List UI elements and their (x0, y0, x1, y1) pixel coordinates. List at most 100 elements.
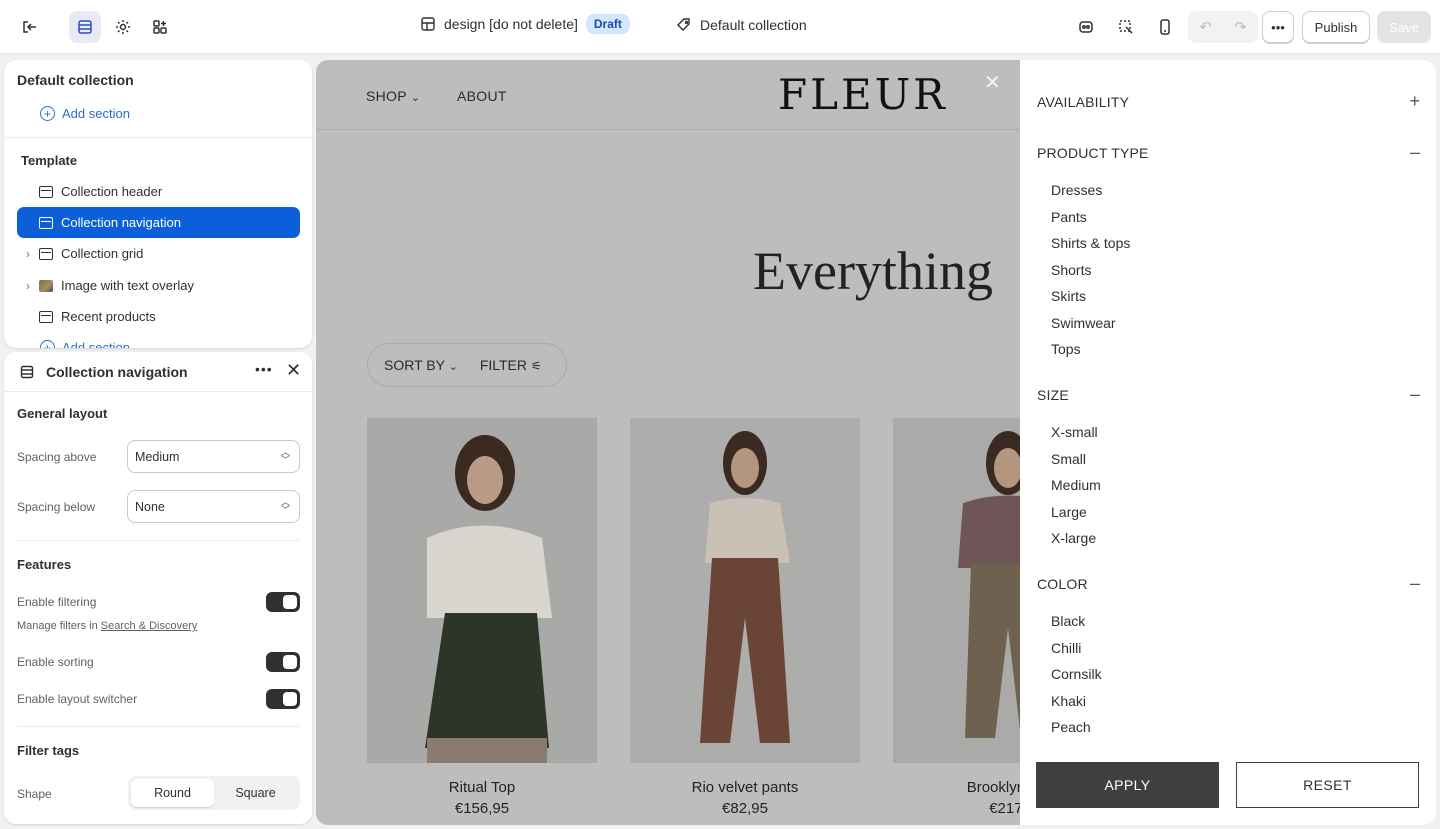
product-card[interactable]: Rio velvet pants €82,95 (630, 418, 860, 817)
filter-group-product-type[interactable]: PRODUCT TYPE (1037, 145, 1149, 161)
filter-option[interactable]: X-large (1051, 530, 1096, 546)
expand-plus-icon[interactable]: + (1409, 91, 1420, 112)
filter-option[interactable]: Chilli (1051, 640, 1081, 656)
chevron-right-icon[interactable]: › (17, 247, 39, 261)
plus-circle-icon: + (40, 340, 55, 348)
filter-drawer: AVAILABILITY + PRODUCT TYPE – Dresses Pa… (1020, 60, 1436, 825)
inspector-icon[interactable] (1070, 11, 1102, 43)
section-icon (39, 310, 53, 323)
product-price: €156,95 (454, 800, 510, 817)
collapse-minus-icon[interactable]: – (1410, 142, 1420, 163)
filter-option[interactable]: Dresses (1051, 182, 1102, 198)
filter-option[interactable]: X-small (1051, 424, 1098, 440)
filter-option[interactable]: Shirts & tops (1051, 235, 1130, 251)
section-icon (39, 247, 53, 260)
collapse-minus-icon[interactable]: – (1410, 384, 1420, 405)
close-icon[interactable]: ✕ (286, 361, 301, 379)
more-options-icon[interactable]: ••• (255, 361, 273, 377)
close-drawer-icon[interactable]: ✕ (984, 70, 1001, 95)
filter-group-availability[interactable]: AVAILABILITY (1037, 94, 1129, 110)
product-name: Rio velvet pants (691, 779, 799, 796)
enable-filtering-toggle[interactable] (266, 592, 300, 612)
filter-option[interactable]: Black (1051, 613, 1085, 629)
filter-option[interactable]: Tops (1051, 341, 1081, 357)
spacing-above-select[interactable]: Medium ︿ ﹀ (127, 440, 300, 473)
section-icon (39, 185, 53, 198)
filter-group-size[interactable]: SIZE (1037, 387, 1069, 403)
collapse-minus-icon[interactable]: – (1410, 573, 1420, 594)
apply-button[interactable]: APPLY (1036, 762, 1219, 808)
sort-by-button[interactable]: SORT BY ⌄ (384, 357, 458, 373)
product-name: Ritual Top (448, 779, 516, 796)
add-section-label: Add section (62, 106, 130, 121)
manage-filters-help: Manage filters in Search & Discovery (17, 620, 197, 632)
enable-layout-switcher-toggle[interactable] (266, 689, 300, 709)
enable-layout-switcher-label: Enable layout switcher (17, 692, 138, 706)
store-nav: SHOP ⌄ ABOUT FLEUR ✕ (316, 60, 1019, 130)
help-text: Manage filters in (17, 620, 98, 632)
sections-icon[interactable] (69, 11, 101, 43)
spacing-below-select[interactable]: None ︿ ﹀ (127, 490, 300, 523)
template-selector[interactable]: Default collection (676, 17, 807, 33)
reset-button[interactable]: RESET (1236, 762, 1419, 808)
add-section-button-bottom[interactable]: + Add section (40, 340, 130, 348)
plus-circle-icon: + (40, 106, 55, 121)
filter-option[interactable]: Cornsilk (1051, 666, 1102, 682)
section-label: Collection navigation (61, 215, 181, 230)
search-discovery-link[interactable]: Search & Discovery (101, 620, 198, 632)
store-logo[interactable]: FLEUR (778, 70, 948, 119)
shape-option-round[interactable]: Round (131, 779, 214, 807)
select-element-icon[interactable] (1110, 11, 1142, 43)
general-layout-heading: General layout (17, 406, 108, 421)
more-icon[interactable]: ••• (1262, 11, 1294, 43)
theme-title[interactable]: design [do not delete] Draft (420, 14, 630, 34)
section-item-image-with-text-overlay[interactable]: › Image with text overlay (17, 270, 300, 301)
section-item-recent-products[interactable]: Recent products (17, 301, 300, 332)
section-item-collection-navigation[interactable]: Collection navigation (17, 207, 300, 238)
filter-option[interactable]: Large (1051, 504, 1087, 520)
select-chevron-icon: ︿ ﹀ (280, 497, 290, 515)
nav-about[interactable]: ABOUT (457, 88, 507, 104)
shape-option-square[interactable]: Square (214, 779, 297, 807)
template-name: Default collection (700, 17, 807, 33)
product-price: €82,95 (722, 800, 768, 817)
save-button[interactable]: Save (1377, 11, 1431, 43)
section-item-collection-header[interactable]: Collection header (17, 176, 300, 207)
section-item-collection-grid[interactable]: › Collection grid (17, 238, 300, 269)
redo-icon[interactable]: ↷ (1234, 18, 1247, 36)
sections-panel: Default collection + Add section Templat… (4, 60, 312, 348)
exit-icon[interactable] (14, 11, 46, 43)
panel-title: Default collection (17, 72, 134, 88)
filter-option[interactable]: Shorts (1051, 262, 1091, 278)
filter-option[interactable]: Small (1051, 451, 1086, 467)
spacing-above-label: Spacing above (17, 450, 97, 464)
select-chevron-icon: ︿ ﹀ (280, 447, 290, 465)
filter-button[interactable]: FILTER ⚟ (480, 357, 542, 373)
editor-topbar: design [do not delete] Draft Default col… (0, 0, 1440, 54)
nav-shop[interactable]: SHOP ⌄ (366, 88, 420, 104)
product-card[interactable]: Ritual Top €156,95 (367, 418, 597, 817)
filter-option[interactable]: Skirts (1051, 288, 1086, 304)
chevron-right-icon[interactable]: › (17, 279, 39, 293)
publish-button[interactable]: Publish (1302, 11, 1370, 43)
filter-option[interactable]: Peach (1051, 719, 1091, 735)
section-label: Collection grid (61, 246, 144, 261)
filter-option[interactable]: Swimwear (1051, 315, 1116, 331)
add-section-button[interactable]: + Add section (40, 106, 130, 121)
filter-tags-heading: Filter tags (17, 743, 80, 758)
theme-name: design [do not delete] (444, 16, 578, 32)
select-value: None (135, 499, 165, 514)
product-image (367, 418, 597, 763)
undo-icon[interactable]: ↶ (1199, 18, 1212, 36)
layout-icon (421, 17, 435, 31)
spacing-below-label: Spacing below (17, 500, 96, 514)
enable-sorting-toggle[interactable] (266, 652, 300, 672)
filter-group-color[interactable]: COLOR (1037, 576, 1088, 592)
mobile-icon[interactable] (1149, 11, 1181, 43)
divider (17, 726, 300, 727)
settings-gear-icon[interactable] (107, 11, 139, 43)
filter-option[interactable]: Medium (1051, 477, 1101, 493)
filter-option[interactable]: Khaki (1051, 693, 1086, 709)
apps-icon[interactable] (144, 11, 176, 43)
filter-option[interactable]: Pants (1051, 209, 1087, 225)
